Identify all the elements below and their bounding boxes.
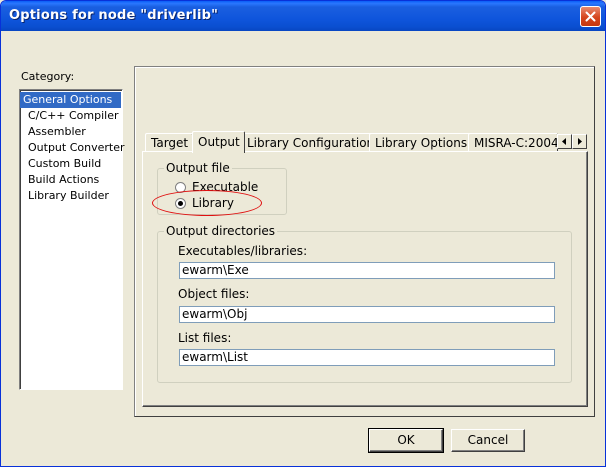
category-item-output-converter[interactable]: Output Converter bbox=[20, 140, 125, 156]
output-file-legend: Output file bbox=[164, 161, 232, 175]
category-item-assembler[interactable]: Assembler bbox=[20, 124, 122, 140]
object-files-label: Object files: bbox=[178, 287, 250, 301]
close-icon bbox=[585, 11, 596, 22]
ok-button[interactable]: OK bbox=[368, 428, 444, 453]
object-files-field[interactable]: ewarm\Obj bbox=[179, 306, 555, 323]
category-item-c-cpp-compiler[interactable]: C/C++ Compiler bbox=[20, 108, 122, 124]
category-item-library-builder[interactable]: Library Builder bbox=[20, 188, 122, 204]
red-highlight-ellipse bbox=[152, 190, 262, 216]
tab-output[interactable]: Output bbox=[192, 131, 245, 153]
tab-scroll-arrows bbox=[557, 134, 587, 149]
arrow-right-icon bbox=[578, 138, 582, 145]
tab-misra-c-2004[interactable]: MISRA-C:2004 bbox=[468, 133, 558, 152]
category-label: Category: bbox=[21, 70, 75, 83]
tab-library-configuration[interactable]: Library Configuration bbox=[241, 133, 380, 152]
tab-scroll-right-button[interactable] bbox=[572, 134, 587, 149]
list-files-field[interactable]: ewarm\List bbox=[179, 349, 555, 366]
tab-scroll-left-button[interactable] bbox=[557, 134, 572, 149]
window-title: Options for node "driverlib" bbox=[9, 8, 219, 23]
executables-libraries-field[interactable]: ewarm\Exe bbox=[179, 262, 555, 279]
executables-libraries-label: Executables/libraries: bbox=[178, 244, 308, 258]
arrow-left-icon bbox=[562, 138, 566, 145]
title-bar[interactable]: Options for node "driverlib" bbox=[1, 1, 605, 31]
options-dialog: Options for node "driverlib" Category: G… bbox=[0, 0, 606, 467]
list-files-label: List files: bbox=[178, 331, 232, 345]
category-item-build-actions[interactable]: Build Actions bbox=[20, 172, 122, 188]
close-button[interactable] bbox=[580, 6, 601, 27]
tab-library-options[interactable]: Library Options bbox=[369, 133, 473, 152]
tab-target[interactable]: Target bbox=[145, 133, 194, 152]
category-item-general-options[interactable]: General Options bbox=[20, 92, 121, 108]
cancel-button[interactable]: Cancel bbox=[451, 429, 525, 452]
category-list: General Options C/C++ Compiler Assembler… bbox=[19, 89, 125, 390]
output-directories-legend: Output directories bbox=[164, 224, 278, 238]
category-item-custom-build[interactable]: Custom Build bbox=[20, 156, 122, 172]
